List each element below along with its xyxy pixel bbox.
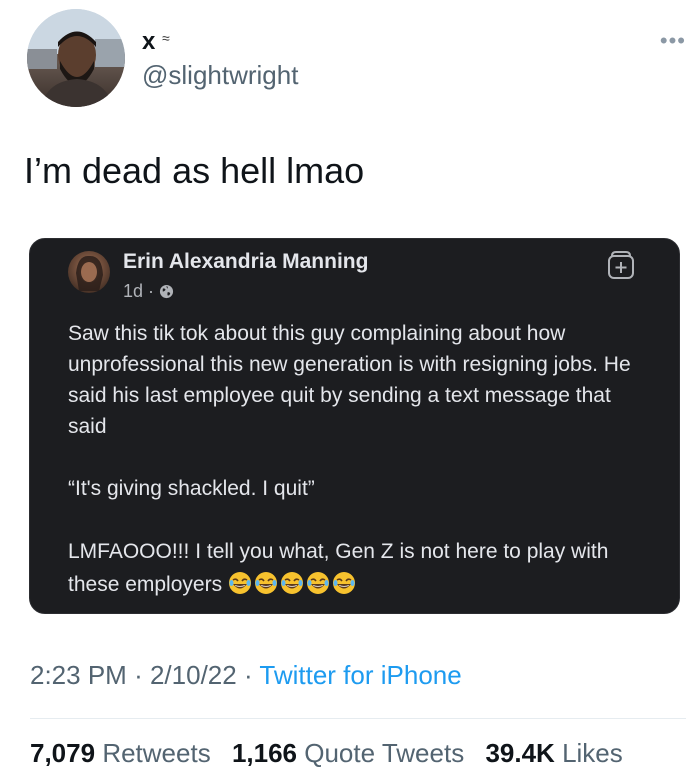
tweet-stats: 7,079 Retweets 1,166 Quote Tweets 39.4K …	[30, 738, 637, 769]
meta-separator: ·	[134, 660, 143, 690]
laughing-emoji-icon	[307, 572, 330, 594]
quoted-author-name[interactable]: Erin Alexandria Manning	[123, 250, 368, 274]
quoted-post-age[interactable]: 1d	[123, 281, 143, 302]
quoted-post-card[interactable]: Erin Alexandria Manning 1d · Saw this ti…	[29, 238, 680, 614]
tweet-time[interactable]: 2:23 PM	[30, 660, 127, 690]
quoted-author-avatar[interactable]	[68, 251, 110, 293]
quoted-post-paragraph-2: “It's giving shackled. I quit”	[68, 477, 315, 500]
laughing-emoji-icon	[333, 572, 356, 594]
quoted-post-paragraph-3: LMFAOOO!!! I tell you what, Gen Z is not…	[68, 535, 658, 601]
laughing-emoji-icon	[255, 572, 278, 594]
retweets-stat[interactable]: 7,079 Retweets	[30, 738, 211, 768]
quoted-post-meta: 1d ·	[123, 281, 174, 302]
tweet-timestamp: 2:23 PM · 2/10/22 · Twitter for iPhone	[30, 660, 462, 691]
laughing-emoji-icon	[229, 572, 252, 594]
more-icon[interactable]: •••	[660, 28, 686, 54]
divider	[30, 718, 686, 719]
tweet-text: I’m dead as hell lmao	[24, 150, 365, 191]
profile-photo-icon	[27, 9, 125, 107]
quote-tweets-stat[interactable]: 1,166 Quote Tweets	[232, 738, 464, 768]
quoted-post-paragraph-1: Saw this tik tok about this guy complain…	[68, 322, 631, 438]
name-emoji: ≈	[162, 30, 170, 46]
tweet-screenshot: x ≈ @slightwright ••• I’m dead as hell l…	[0, 0, 700, 769]
quote-tweets-count: 1,166	[231, 738, 298, 768]
tweet-source-link[interactable]: Twitter for iPhone	[259, 660, 461, 690]
retweets-count: 7,079	[30, 738, 96, 768]
avatar[interactable]	[27, 9, 125, 107]
quoted-author-photo-icon	[76, 255, 103, 291]
laughing-emoji-icon	[281, 572, 304, 594]
globe-icon	[159, 284, 174, 299]
quote-tweets-label: Quote Tweets	[304, 738, 465, 768]
likes-stat[interactable]: 39.4K Likes	[485, 738, 622, 768]
handle[interactable]: @slightwright	[142, 60, 298, 91]
tweet-date[interactable]: 2/10/22	[150, 660, 237, 690]
meta-separator: ·	[148, 281, 155, 301]
meta-separator: ·	[243, 660, 253, 690]
laughing-emoji-row	[228, 571, 356, 595]
retweets-label: Retweets	[102, 738, 211, 768]
likes-count: 39.4K	[485, 738, 555, 768]
save-icon[interactable]	[605, 249, 637, 281]
likes-label: Likes	[562, 738, 623, 768]
display-name[interactable]: x	[142, 28, 156, 56]
